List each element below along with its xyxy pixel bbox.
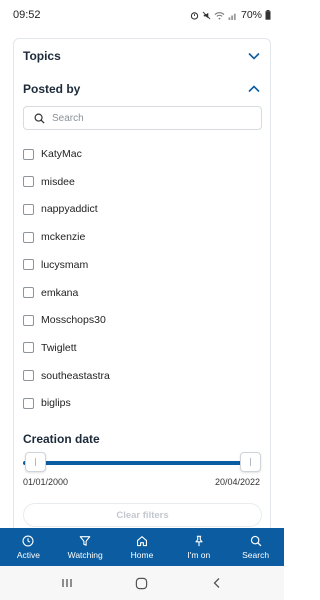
checkbox[interactable] [23,231,34,243]
date-range-end-handle[interactable] [240,452,261,472]
user-search-input[interactable] [52,112,242,124]
nav-home[interactable]: Home [114,528,171,566]
user-label: nappyaddict [41,203,98,216]
user-search-field[interactable] [23,106,262,130]
user-label: Twiglett [41,341,77,354]
home-icon [136,535,147,546]
home-button-icon[interactable] [135,577,148,590]
checkbox[interactable] [23,342,34,354]
date-range-start-label: 01/01/2000 [23,477,69,487]
user-label: emkana [41,286,79,299]
user-option-nappyaddict[interactable]: nappyaddict [23,202,98,216]
user-option-twiglett[interactable]: Twiglett [23,341,77,355]
search-icon [250,535,262,546]
posted-by-title: Posted by [23,82,81,96]
checkbox[interactable] [23,176,34,188]
filter-panel: Topics Posted by KatyMac misdee nappyadd… [13,38,271,538]
user-option-southeastastra[interactable]: southeastastra [23,369,110,383]
checkbox[interactable] [23,314,34,326]
topics-title: Topics [23,49,61,63]
nav-active-label: Active [16,549,40,560]
nav-im-on[interactable]: I'm on [170,528,227,566]
nav-search[interactable]: Search [227,528,284,566]
user-label: southeastastra [41,369,110,382]
user-option-misdee[interactable]: misdee [23,175,75,189]
user-option-katymac[interactable]: KatyMac [23,147,82,161]
date-range-start-handle[interactable] [25,452,46,472]
battery-percent: 70% [240,9,262,21]
pin-icon [195,535,203,546]
checkbox[interactable] [23,287,34,298]
nav-active[interactable]: Active [0,528,57,566]
nav-home-label: Home [130,549,154,560]
status-bar: 09:52 70% [0,0,284,30]
mute-icon [202,11,211,19]
topics-header[interactable]: Topics [23,49,260,63]
clock-icon [22,534,34,547]
search-icon [34,113,45,124]
user-option-emkana[interactable]: emkana [23,286,78,300]
checkbox[interactable] [23,203,34,215]
nav-watching-label: Watching [67,549,103,560]
checkbox[interactable] [23,370,34,382]
user-option-lucysmam[interactable]: lucysmam [23,258,88,272]
date-range-track[interactable] [23,461,261,465]
checkbox[interactable] [23,148,34,160]
back-icon[interactable] [211,577,223,589]
chevron-up-icon [248,85,260,93]
system-nav-bar [0,566,284,600]
checkbox[interactable] [23,259,34,271]
alarm-icon [190,11,199,20]
clear-filters-button[interactable]: Clear filters [23,503,262,527]
filter-icon [79,535,91,546]
user-option-biglips[interactable]: biglips [23,396,71,410]
wifi-icon [214,11,225,20]
user-label: Mosschops30 [41,314,106,327]
user-label: biglips [41,397,71,410]
chevron-down-icon [248,52,260,60]
nav-watching[interactable]: Watching [57,528,114,566]
user-label: misdee [41,175,75,188]
status-time: 09:52 [13,9,41,21]
nav-im-on-label: I'm on [187,549,211,560]
creation-date-title: Creation date [23,432,100,446]
creation-date-header: Creation date [23,432,260,446]
recent-apps-icon[interactable] [61,577,73,589]
nav-search-label: Search [242,549,270,560]
date-range-end-label: 20/04/2022 [214,477,260,487]
battery-icon [265,10,271,20]
user-label: KatyMac [41,148,82,160]
user-label: mckenzie [41,231,86,244]
user-option-mosschops30[interactable]: Mosschops30 [23,313,106,327]
bottom-nav: Active Watching Home I'm on Search [0,528,284,566]
status-icons: 70% [190,9,271,21]
user-option-mckenzie[interactable]: mckenzie [23,230,85,244]
checkbox[interactable] [23,397,34,409]
user-label: lucysmam [41,258,89,271]
signal-icon [228,13,236,20]
posted-by-header[interactable]: Posted by [23,82,260,96]
